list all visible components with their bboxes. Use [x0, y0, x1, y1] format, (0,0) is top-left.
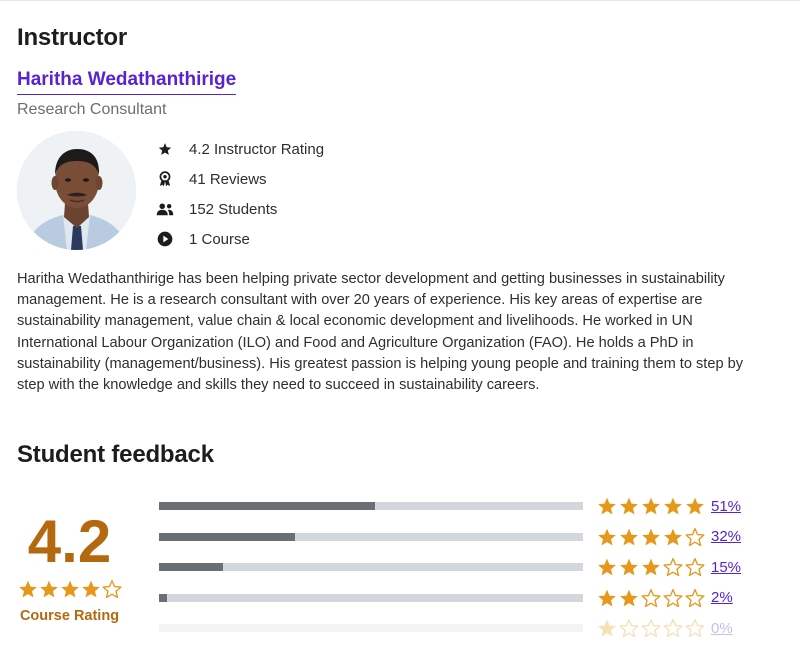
top-divider: [0, 0, 800, 1]
rating-bar-fill: [159, 563, 223, 572]
rating-row-stars: [597, 496, 705, 516]
star-full-icon: [620, 589, 638, 607]
star-full-icon: [664, 528, 682, 546]
star-full-icon: [686, 497, 704, 515]
rating-bar-track: [159, 563, 583, 572]
people-icon: [155, 199, 175, 219]
star-icon: [155, 139, 175, 159]
rating-bar-track: [159, 532, 583, 541]
star-full-icon: [81, 580, 100, 598]
rating-distribution: 51% 32% 15% 2% 0%: [159, 491, 741, 644]
star-full-icon: [598, 528, 616, 546]
rating-bar-track: [159, 593, 583, 602]
star-empty-icon: [619, 619, 639, 638]
stat-rating-text: 4.2 Instructor Rating: [189, 140, 325, 158]
rating-row-3-stars[interactable]: 15%: [159, 552, 741, 583]
rating-percent-link[interactable]: 15%: [711, 559, 741, 576]
rating-bar-fill: [159, 593, 168, 602]
rating-bar-track: [159, 624, 583, 633]
star-full-icon: [642, 497, 660, 515]
instructor-job-title: Research Consultant: [17, 101, 167, 118]
rating-percent-link[interactable]: 0%: [711, 620, 733, 637]
stat-students: 152 Students: [155, 194, 324, 224]
award-icon: [155, 169, 175, 189]
star-full-icon: [664, 497, 682, 515]
play-icon: [155, 229, 175, 249]
rating-percent-link[interactable]: 2%: [711, 589, 733, 606]
star-full-icon: [642, 528, 660, 546]
stat-courses-text: 1 Course: [189, 230, 250, 248]
rating-row-1-stars[interactable]: 0%: [159, 613, 741, 644]
star-empty-icon: [641, 588, 661, 607]
rating-bar-fill: [159, 532, 295, 541]
star-full-icon: [620, 558, 638, 576]
star-full-icon: [39, 580, 58, 598]
star-full-icon: [620, 497, 638, 515]
stat-students-text: 152 Students: [189, 200, 278, 218]
course-rating-label: Course Rating: [19, 608, 120, 624]
rating-row-stars: [597, 527, 705, 547]
rating-row-2-stars[interactable]: 2%: [159, 583, 741, 614]
stat-courses: 1 Course: [155, 224, 324, 254]
instructor-avatar[interactable]: [17, 131, 136, 250]
rating-percent-link[interactable]: 51%: [711, 498, 741, 515]
star-empty-icon: [685, 588, 705, 607]
star-empty-icon: [685, 527, 705, 546]
stat-reviews: 41 Reviews: [155, 164, 324, 194]
rating-row-5-stars[interactable]: 51%: [159, 491, 741, 522]
star-empty-icon: [663, 619, 683, 638]
instructor-heading: Instructor: [17, 24, 128, 51]
rating-row-4-stars[interactable]: 32%: [159, 522, 741, 553]
stat-reviews-text: 41 Reviews: [189, 170, 267, 188]
star-full-icon: [598, 619, 616, 637]
rating-percent-link[interactable]: 32%: [711, 528, 741, 545]
instructor-name-link[interactable]: Haritha Wedathanthirige: [17, 68, 237, 95]
star-full-icon: [598, 497, 616, 515]
rating-bar-fill: [159, 502, 376, 511]
star-full-icon: [598, 558, 616, 576]
star-full-icon: [620, 528, 638, 546]
avatar-photo: [17, 131, 136, 250]
rating-bar-track: [159, 502, 583, 511]
star-full-icon: [642, 558, 660, 576]
rating-row-stars: [597, 557, 705, 577]
course-rating-number: 4.2: [27, 508, 112, 575]
instructor-stats: 4.2 Instructor Rating 41 Reviews 152 Stu…: [155, 134, 324, 254]
star-full-icon: [60, 580, 79, 598]
instructor-bio: Haritha Wedathanthirige has been helping…: [17, 271, 744, 394]
star-empty-icon: [663, 558, 683, 577]
star-empty-icon: [663, 588, 683, 607]
stat-rating: 4.2 Instructor Rating: [155, 134, 324, 164]
rating-row-stars: [597, 588, 705, 608]
student-feedback-heading: Student feedback: [17, 441, 214, 468]
star-empty-icon: [685, 619, 705, 638]
rating-row-stars: [597, 618, 705, 638]
star-full-icon: [18, 580, 37, 598]
star-empty-icon: [641, 619, 661, 638]
star-empty-icon: [685, 558, 705, 577]
star-empty-icon: [102, 580, 122, 599]
course-rating-stars: [17, 579, 122, 599]
star-full-icon: [598, 589, 616, 607]
